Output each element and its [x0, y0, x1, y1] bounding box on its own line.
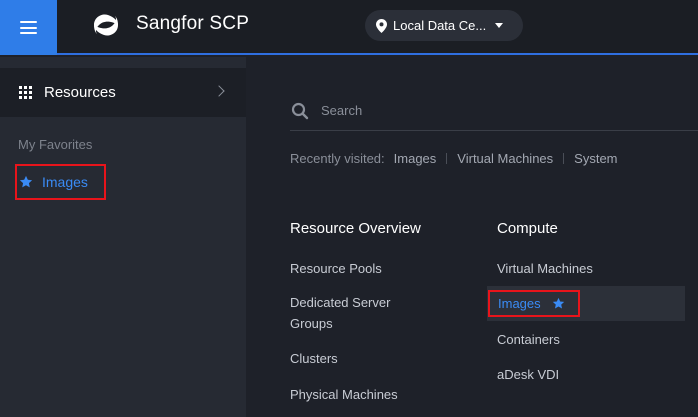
grid-icon — [19, 86, 32, 99]
resources-panel: Recently visited: Images Virtual Machine… — [246, 57, 698, 417]
sangfor-logo — [94, 14, 118, 36]
divider — [563, 153, 565, 164]
nav-link-physical-machines[interactable]: Physical Machines — [290, 384, 398, 405]
location-label: Local Data Ce... — [393, 18, 487, 33]
nav-link-virtual-machines[interactable]: Virtual Machines — [497, 258, 593, 279]
nav-link-containers[interactable]: Containers — [497, 329, 560, 350]
chevron-down-icon — [495, 23, 504, 28]
recently-visited: Recently visited: Images Virtual Machine… — [290, 151, 618, 166]
nav-link-dedicated-server-groups[interactable]: Dedicated Server Groups — [290, 292, 420, 334]
nav-link-clusters[interactable]: Clusters — [290, 348, 338, 369]
search-bar — [290, 91, 698, 131]
location-pin-icon — [376, 18, 387, 33]
favorites-title: My Favorites — [18, 137, 93, 152]
nav-link-label: Images — [498, 296, 541, 311]
recent-link-system[interactable]: System — [574, 151, 617, 166]
menu-button[interactable] — [0, 0, 57, 55]
nav-link-images[interactable]: Images — [488, 290, 580, 317]
divider — [446, 153, 448, 164]
column-title-resource-overview: Resource Overview — [290, 220, 421, 237]
column-title-compute: Compute — [497, 220, 558, 237]
search-input[interactable] — [321, 103, 621, 118]
sidebar: Resources My Favorites Images — [0, 57, 246, 417]
top-bar: Sangfor SCP Local Data Ce... — [0, 0, 698, 55]
recent-link-virtual-machines[interactable]: Virtual Machines — [457, 151, 553, 166]
nav-link-resource-pools[interactable]: Resource Pools — [290, 258, 382, 279]
favorite-item-label: Images — [42, 174, 88, 190]
favorite-item-images[interactable]: Images — [15, 164, 106, 200]
chevron-right-icon — [213, 85, 225, 97]
star-icon[interactable] — [552, 297, 565, 310]
sidebar-item-resources[interactable]: Resources — [0, 68, 246, 117]
recently-visited-label: Recently visited: — [290, 151, 385, 166]
menu-icon — [20, 21, 37, 34]
search-icon — [291, 102, 309, 119]
location-selector[interactable]: Local Data Ce... — [365, 10, 523, 41]
recent-link-images[interactable]: Images — [394, 151, 437, 166]
star-icon — [19, 175, 33, 188]
nav-link-adesk-vdi[interactable]: aDesk VDI — [497, 364, 559, 385]
brand-title: Sangfor SCP — [136, 13, 250, 34]
sidebar-item-label: Resources — [44, 84, 116, 101]
